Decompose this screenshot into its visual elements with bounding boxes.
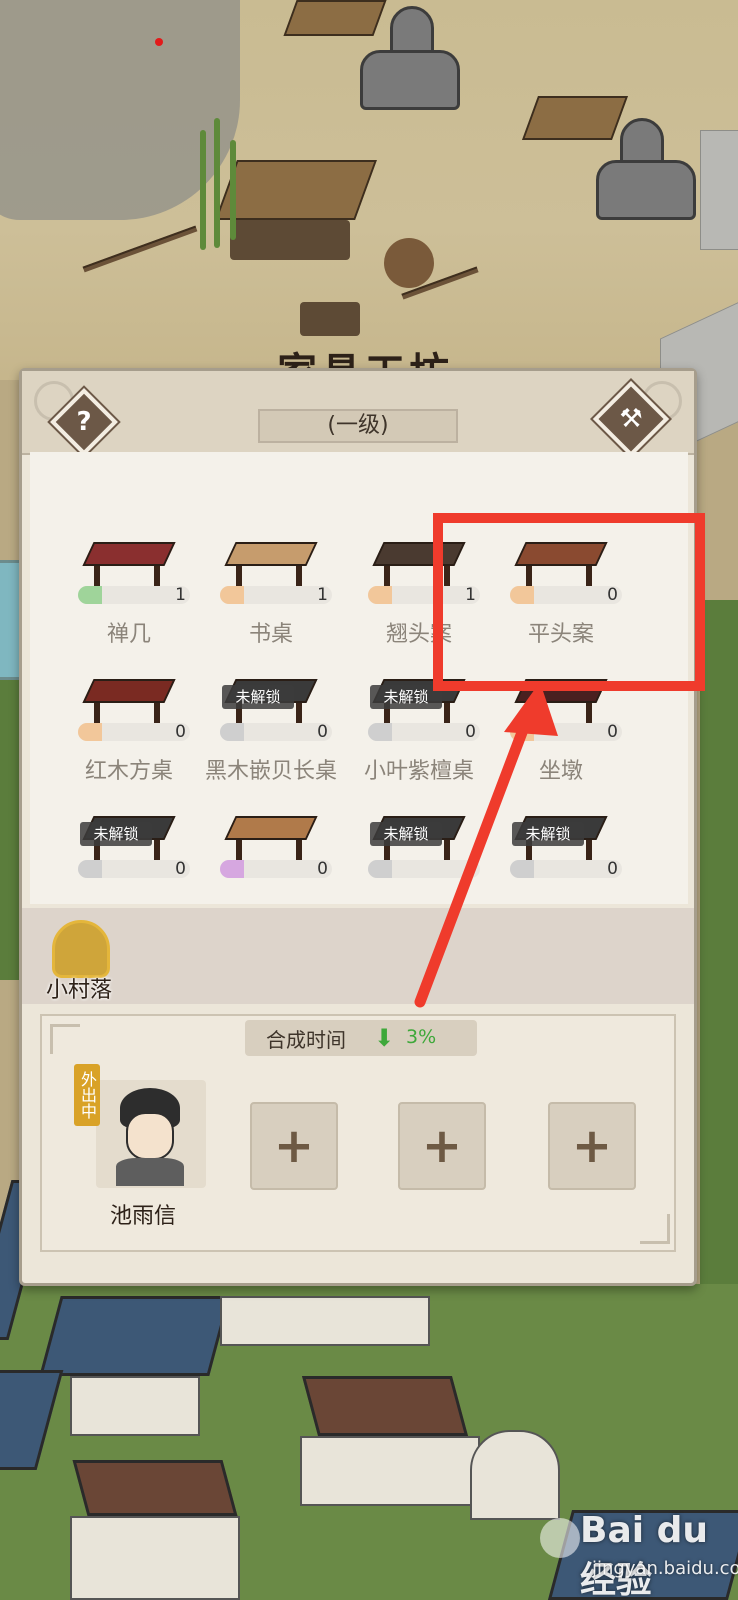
item-count: 0 <box>607 859 618 879</box>
item-count: 0 <box>317 859 328 879</box>
kiln-base-2 <box>596 160 696 220</box>
arrow-down-icon: ⬇ <box>374 1024 395 1052</box>
item-count: 0 <box>175 859 186 879</box>
rarity-indicator <box>220 586 244 604</box>
rarity-indicator <box>368 860 392 878</box>
bamboo <box>200 130 206 250</box>
count-bar: 0 <box>220 856 332 882</box>
village-avatar[interactable] <box>52 920 110 978</box>
workshop-hut <box>230 220 350 260</box>
watermark-brand: Bai du经验 <box>580 1510 709 1600</box>
table-top <box>224 816 318 840</box>
well <box>384 238 434 288</box>
cart <box>300 302 360 336</box>
item-count: 1 <box>175 585 186 605</box>
furniture-item[interactable]: 未解锁 0 <box>54 792 204 920</box>
courtyard-wall <box>220 1296 430 1346</box>
brown-roof <box>301 1376 469 1436</box>
table-top <box>224 542 318 566</box>
synthesis-bonus: 3% <box>406 1026 437 1048</box>
blue-roof <box>39 1296 231 1376</box>
map-marker[interactable] <box>155 38 163 46</box>
count-bar: 0 <box>78 719 190 745</box>
paw-icon <box>540 1518 580 1558</box>
village-label: 小村落 <box>46 978 113 1003</box>
pointer-arrow-icon <box>414 682 558 1008</box>
bamboo <box>214 118 220 248</box>
face <box>126 1112 174 1160</box>
rarity-indicator <box>78 586 102 604</box>
hammer-icon: ⚒ <box>619 404 643 434</box>
table-top <box>82 679 176 703</box>
question-icon: ? <box>76 407 92 437</box>
rarity-indicator <box>220 723 244 741</box>
table-top <box>82 542 176 566</box>
count-bar: 1 <box>78 582 190 608</box>
item-count: 0 <box>317 722 328 742</box>
synthesis-time-label: 合成时间 <box>266 1028 346 1052</box>
brown-roof <box>72 1460 238 1516</box>
workshop-roof <box>215 160 377 220</box>
add-worker-button[interactable]: + <box>398 1102 486 1190</box>
locked-badge: 未解锁 <box>222 685 294 709</box>
worker-slot[interactable] <box>96 1080 206 1188</box>
rarity-indicator <box>220 860 244 878</box>
robe <box>116 1158 184 1186</box>
plus-icon: + <box>273 1118 315 1174</box>
add-worker-button[interactable]: + <box>250 1102 338 1190</box>
level-label: (一级) <box>258 409 458 443</box>
rarity-indicator <box>368 586 392 604</box>
moon-gate <box>470 1430 560 1520</box>
furniture-item[interactable]: 0 <box>196 792 346 920</box>
count-bar: 0 <box>78 856 190 882</box>
count-bar: 1 <box>220 582 332 608</box>
count-bar: 0 <box>220 719 332 745</box>
item-count: 0 <box>607 722 618 742</box>
locked-badge: 未解锁 <box>80 822 152 846</box>
bamboo <box>230 140 236 240</box>
stone-path <box>700 130 738 250</box>
watermark-url: jingyan.baidu.com <box>592 1558 738 1579</box>
plus-icon: + <box>421 1118 463 1174</box>
rarity-indicator <box>368 723 392 741</box>
rarity-indicator <box>78 723 102 741</box>
item-count: 0 <box>175 722 186 742</box>
watermark: Bai du经验 jingyan.baidu.com <box>540 1510 738 1600</box>
shed-roof-2 <box>521 96 629 140</box>
worker-portrait <box>114 1088 186 1186</box>
house-wall <box>70 1516 240 1600</box>
item-count: 1 <box>317 585 328 605</box>
fret-ornament <box>50 1024 80 1054</box>
rarity-indicator <box>78 860 102 878</box>
plus-icon: + <box>571 1118 613 1174</box>
kiln-base <box>360 50 460 110</box>
highlight-box <box>433 513 705 691</box>
worker-status-badge: 外出中 <box>74 1064 100 1126</box>
fret-ornament <box>640 1214 670 1244</box>
shed-roof <box>283 0 387 36</box>
grass <box>700 600 738 1300</box>
village-band <box>22 908 694 1004</box>
add-worker-button[interactable]: + <box>548 1102 636 1190</box>
worker-name: 池雨信 <box>110 1204 177 1229</box>
house-wall <box>300 1436 480 1506</box>
house-wall <box>70 1376 200 1436</box>
